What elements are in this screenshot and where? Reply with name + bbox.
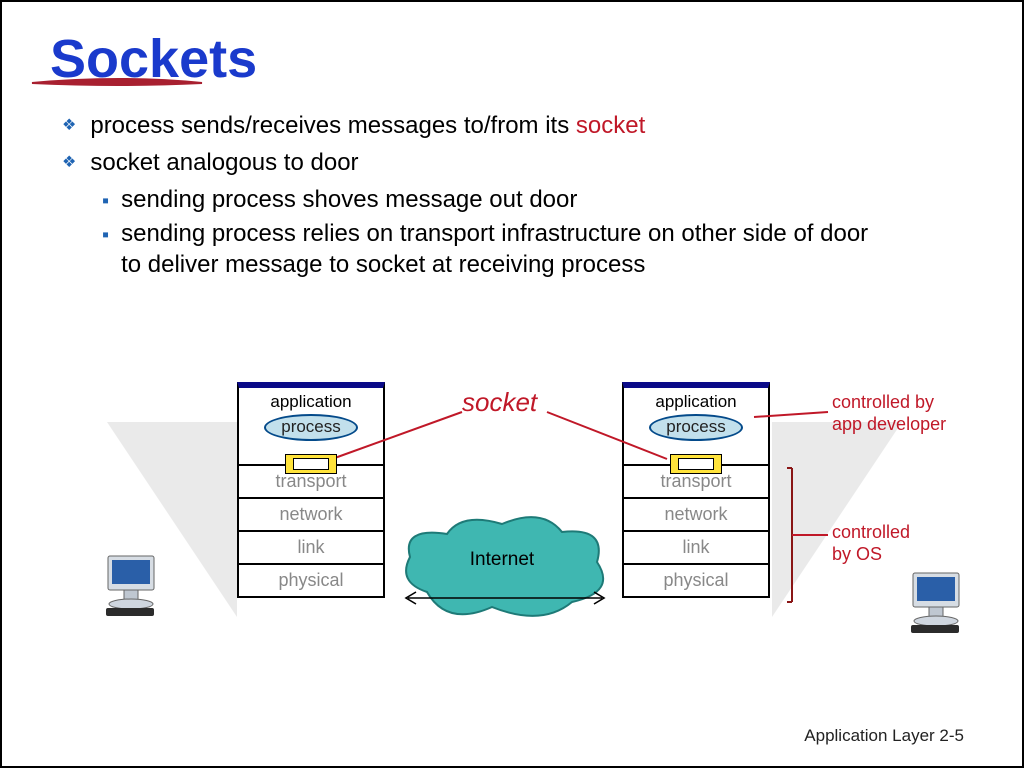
bullet-item: ❖ process sends/receives messages to/fro… xyxy=(62,110,992,141)
bullet-text: socket analogous to door xyxy=(90,147,358,178)
controlled-by-dev-label: controlled by app developer xyxy=(832,392,946,435)
link-layer-box: link xyxy=(622,530,770,563)
socket-label: socket xyxy=(462,387,537,418)
square-bullet-icon: ▪ xyxy=(102,188,109,214)
diamond-bullet-icon: ❖ xyxy=(62,116,76,137)
bullet-text: sending process shoves message out door xyxy=(121,184,577,215)
controlled-by-os-label: controlled by OS xyxy=(832,522,910,565)
physical-layer-box: physical xyxy=(237,563,385,598)
computer-icon xyxy=(907,567,969,642)
bullet-item: ❖ socket analogous to door xyxy=(62,147,992,178)
slide-footer: Application Layer 2-5 xyxy=(804,726,964,746)
square-bullet-icon: ▪ xyxy=(102,222,109,248)
slide: Sockets ❖ process sends/receives message… xyxy=(0,0,1024,768)
process-bubble: process xyxy=(264,414,358,441)
projection-beam-right xyxy=(772,422,902,617)
sub-bullet-item: ▪ sending process shoves message out doo… xyxy=(102,184,992,215)
title-underline xyxy=(30,77,210,91)
host-stack-right: application process transport network li… xyxy=(622,382,770,598)
socket-icon xyxy=(285,454,337,474)
double-arrow-icon xyxy=(400,590,610,606)
process-bubble: process xyxy=(649,414,743,441)
bullet-text: process sends/receives messages to/from … xyxy=(90,110,645,141)
network-layer-box: network xyxy=(237,497,385,530)
application-layer-box: application process xyxy=(622,382,770,464)
socket-icon xyxy=(670,454,722,474)
diamond-bullet-icon: ❖ xyxy=(62,153,76,174)
keyword-socket: socket xyxy=(576,112,645,139)
application-layer-box: application process xyxy=(237,382,385,464)
link-layer-box: link xyxy=(237,530,385,563)
physical-layer-box: physical xyxy=(622,563,770,598)
network-layer-box: network xyxy=(622,497,770,530)
internet-label: Internet xyxy=(470,549,534,571)
sub-bullet-item: ▪ sending process relies on transport in… xyxy=(102,218,992,280)
socket-diagram: application process transport network li… xyxy=(2,362,1024,712)
application-label: application xyxy=(239,392,383,412)
bullet-list: ❖ process sends/receives messages to/fro… xyxy=(62,110,992,280)
host-stack-left: application process transport network li… xyxy=(237,382,385,598)
computer-icon xyxy=(102,550,164,625)
application-label: application xyxy=(624,392,768,412)
bullet-text: sending process relies on transport infr… xyxy=(121,218,881,280)
